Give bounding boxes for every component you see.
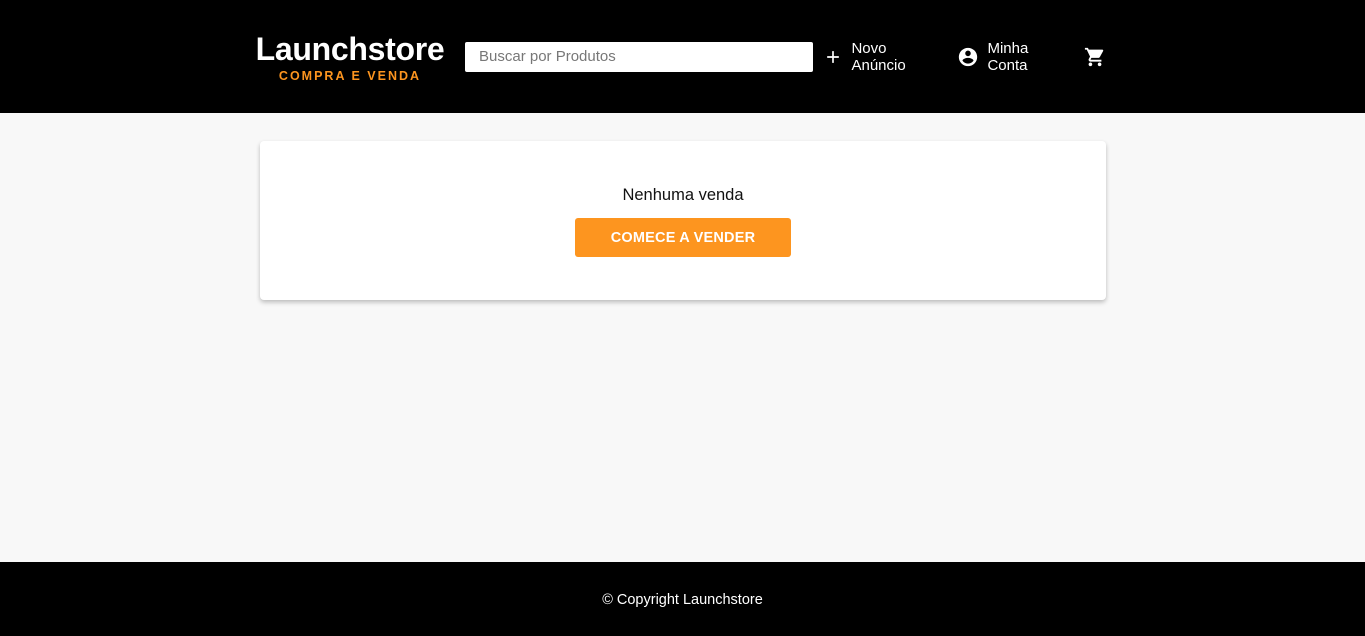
account-circle-icon [957, 46, 979, 68]
header-container: Launchstore COMPRA E VENDA Novo Anúncio … [256, 0, 1106, 113]
account-label: Minha Conta [987, 39, 1029, 74]
new-ad-link[interactable]: Novo Anúncio [823, 40, 943, 74]
copyright-text: © Copyright Launchstore [602, 592, 763, 608]
shopping-cart-icon [1084, 46, 1106, 68]
site-footer: © Copyright Launchstore [0, 562, 1365, 636]
main-content: Nenhuma venda COMECE A VENDER [0, 113, 1365, 562]
plus-icon [823, 47, 843, 67]
logo[interactable]: Launchstore COMPRA E VENDA [256, 32, 445, 83]
logo-title: Launchstore [255, 31, 445, 67]
account-link[interactable]: Minha Conta [957, 40, 1072, 74]
sales-empty-card: Nenhuma venda COMECE A VENDER [260, 141, 1106, 300]
empty-sales-message: Nenhuma venda [622, 186, 744, 204]
start-selling-button[interactable]: COMECE A VENDER [575, 218, 791, 257]
new-ad-label: Novo Anúncio [851, 39, 906, 74]
search-input[interactable] [465, 41, 814, 72]
cart-link[interactable] [1084, 46, 1106, 68]
logo-subtitle: COMPRA E VENDA [278, 69, 422, 83]
site-header: Launchstore COMPRA E VENDA Novo Anúncio … [0, 0, 1365, 113]
